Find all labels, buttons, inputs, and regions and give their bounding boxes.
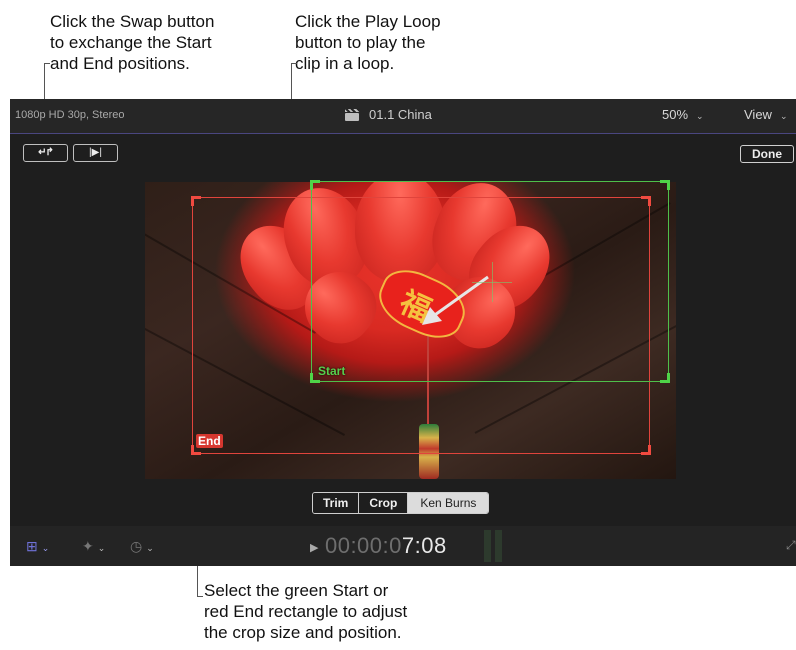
crop-mode-control: Trim Crop Ken Burns bbox=[312, 492, 490, 514]
chevron-down-icon: ⌄ bbox=[146, 543, 154, 553]
transform-tool-menu[interactable]: ✦ ⌄ bbox=[82, 538, 105, 555]
play-icon[interactable]: ▶ bbox=[310, 542, 319, 554]
callout-loop: Click the Play Loop button to play the c… bbox=[295, 12, 441, 73]
start-handle-bottom-right[interactable] bbox=[660, 373, 670, 383]
timecode-dim: 00:00:0 bbox=[324, 533, 402, 558]
callout-loop-leader-tick bbox=[291, 63, 297, 64]
mode-ken-burns[interactable]: Ken Burns bbox=[408, 493, 489, 513]
callout-swap: Click the Swap button to exchange the St… bbox=[50, 12, 215, 73]
end-label: End bbox=[196, 434, 223, 448]
chevron-down-icon: ⌄ bbox=[41, 543, 50, 553]
audio-meter-left bbox=[484, 530, 491, 562]
callout-rect-leader-tick bbox=[197, 596, 203, 597]
fullscreen-icon[interactable]: ⤢ bbox=[786, 538, 796, 553]
start-handle-top-left[interactable] bbox=[310, 180, 320, 190]
callout-rect: Select the green Start or red End rectan… bbox=[204, 581, 408, 642]
retime-tool-menu[interactable]: ◷ ⌄ bbox=[130, 538, 154, 555]
viewer-bottombar: ⊞ ⌄ ✦ ⌄ ◷ ⌄ ▶ 00:00:07:08 ⤢ bbox=[10, 526, 796, 566]
mode-trim[interactable]: Trim bbox=[313, 493, 360, 513]
speedometer-icon: ◷ bbox=[130, 538, 143, 554]
viewer-window: 1080p HD 30p, Stereo 01.1 China 50% ⌄ Vie… bbox=[10, 99, 796, 566]
end-handle-top-left[interactable] bbox=[191, 196, 201, 206]
crop-icon: ⊞ bbox=[26, 538, 38, 554]
start-label: Start bbox=[318, 364, 346, 378]
magic-wand-icon: ✦ bbox=[82, 538, 94, 554]
timecode-display[interactable]: ▶ 00:00:07:08 bbox=[310, 533, 447, 559]
crop-tool-menu[interactable]: ⊞ ⌄ bbox=[26, 538, 49, 555]
end-handle-bottom-right[interactable] bbox=[641, 445, 651, 455]
audio-meter-right bbox=[495, 530, 502, 562]
center-crosshair-v bbox=[492, 262, 493, 302]
mode-crop[interactable]: Crop bbox=[359, 493, 409, 513]
chevron-down-icon: ⌄ bbox=[97, 543, 106, 553]
start-rectangle[interactable]: Start bbox=[310, 180, 670, 383]
timecode-bright: 7:08 bbox=[401, 533, 447, 558]
start-handle-top-right[interactable] bbox=[660, 180, 670, 190]
callout-swap-leader-tick bbox=[44, 63, 50, 64]
